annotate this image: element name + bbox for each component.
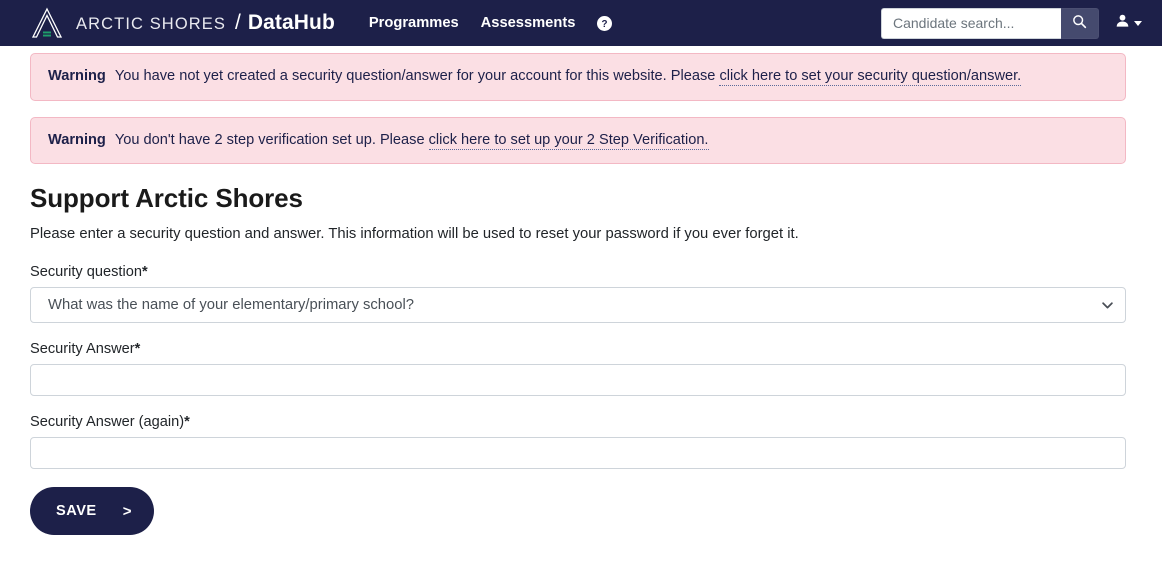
field-security-answer: Security Answer* (30, 341, 1126, 397)
security-answer-input[interactable] (30, 364, 1126, 397)
question-circle-icon[interactable]: ? (597, 15, 613, 31)
security-answer-again-input[interactable] (30, 437, 1126, 470)
label-text: Security Answer (again) (30, 414, 185, 431)
brand-datahub: DataHub (247, 11, 335, 34)
navbar-right-group (881, 0, 1144, 46)
brand-arctic-shores: ARCTIC SHORES (76, 15, 226, 33)
alert-label: Warning (48, 131, 106, 148)
label-security-answer-again: Security Answer (again)* (30, 414, 1126, 430)
alert-security-question: Warning You have not yet created a securi… (30, 53, 1126, 101)
required-marker: * (141, 264, 148, 281)
primary-nav: Programmes Assessments ? (369, 15, 613, 31)
user-account-menu[interactable] (1113, 9, 1144, 37)
candidate-search-group (881, 7, 1099, 39)
user-avatar-icon (1115, 13, 1130, 33)
label-text: Security Answer (30, 341, 135, 358)
search-input[interactable] (881, 7, 1061, 39)
save-button-label: SAVE (56, 503, 97, 520)
alert-message: You don't have 2 step verification set u… (114, 131, 425, 148)
field-security-question: Security question* What was the name of … (30, 264, 1126, 324)
page-description: Please enter a security question and ans… (30, 226, 799, 243)
alert-link-set-two-step-verification[interactable]: click here to set up your 2 Step Verific… (428, 131, 709, 150)
chevron-right-icon: > (122, 502, 132, 520)
save-button[interactable]: SAVE > (30, 487, 154, 536)
field-security-answer-again: Security Answer (again)* (30, 414, 1126, 470)
nav-item-programmes[interactable]: Programmes (369, 15, 459, 31)
nav-item-assessments[interactable]: Assessments (481, 15, 576, 31)
chevron-down-icon (1134, 20, 1142, 26)
required-marker: * (134, 341, 141, 358)
label-security-answer: Security Answer* (30, 341, 1126, 357)
security-question-select[interactable]: What was the name of your elementary/pri… (30, 287, 1126, 324)
alert-two-step-verification: Warning You don't have 2 step verificatio… (30, 116, 1126, 165)
svg-text:?: ? (602, 18, 608, 29)
alert-link-set-security-question[interactable]: click here to set your security question… (719, 68, 1022, 86)
required-marker: * (184, 414, 190, 431)
label-text: Security question (30, 264, 142, 281)
alert-list: Warning You have not yet created a securi… (22, 46, 1140, 165)
brand-separator: / (234, 11, 241, 34)
search-icon (1072, 14, 1087, 32)
page-content: Warning You have not yet created a securi… (0, 46, 1162, 536)
page-title: Support Arctic Shores (30, 183, 303, 214)
arctic-shores-triangle-logo-icon (28, 6, 66, 40)
security-question-form: Security question* What was the name of … (30, 264, 1126, 470)
label-security-question: Security question* (30, 264, 1126, 280)
search-submit-button[interactable] (1061, 7, 1099, 39)
alert-label: Warning (48, 68, 106, 84)
alert-message: You have not yet created a security ques… (114, 68, 716, 84)
brand-logo-link[interactable]: ARCTIC SHORES / DataHub (28, 6, 335, 40)
top-navbar: ARCTIC SHORES / DataHub Programmes Asses… (0, 0, 1162, 46)
